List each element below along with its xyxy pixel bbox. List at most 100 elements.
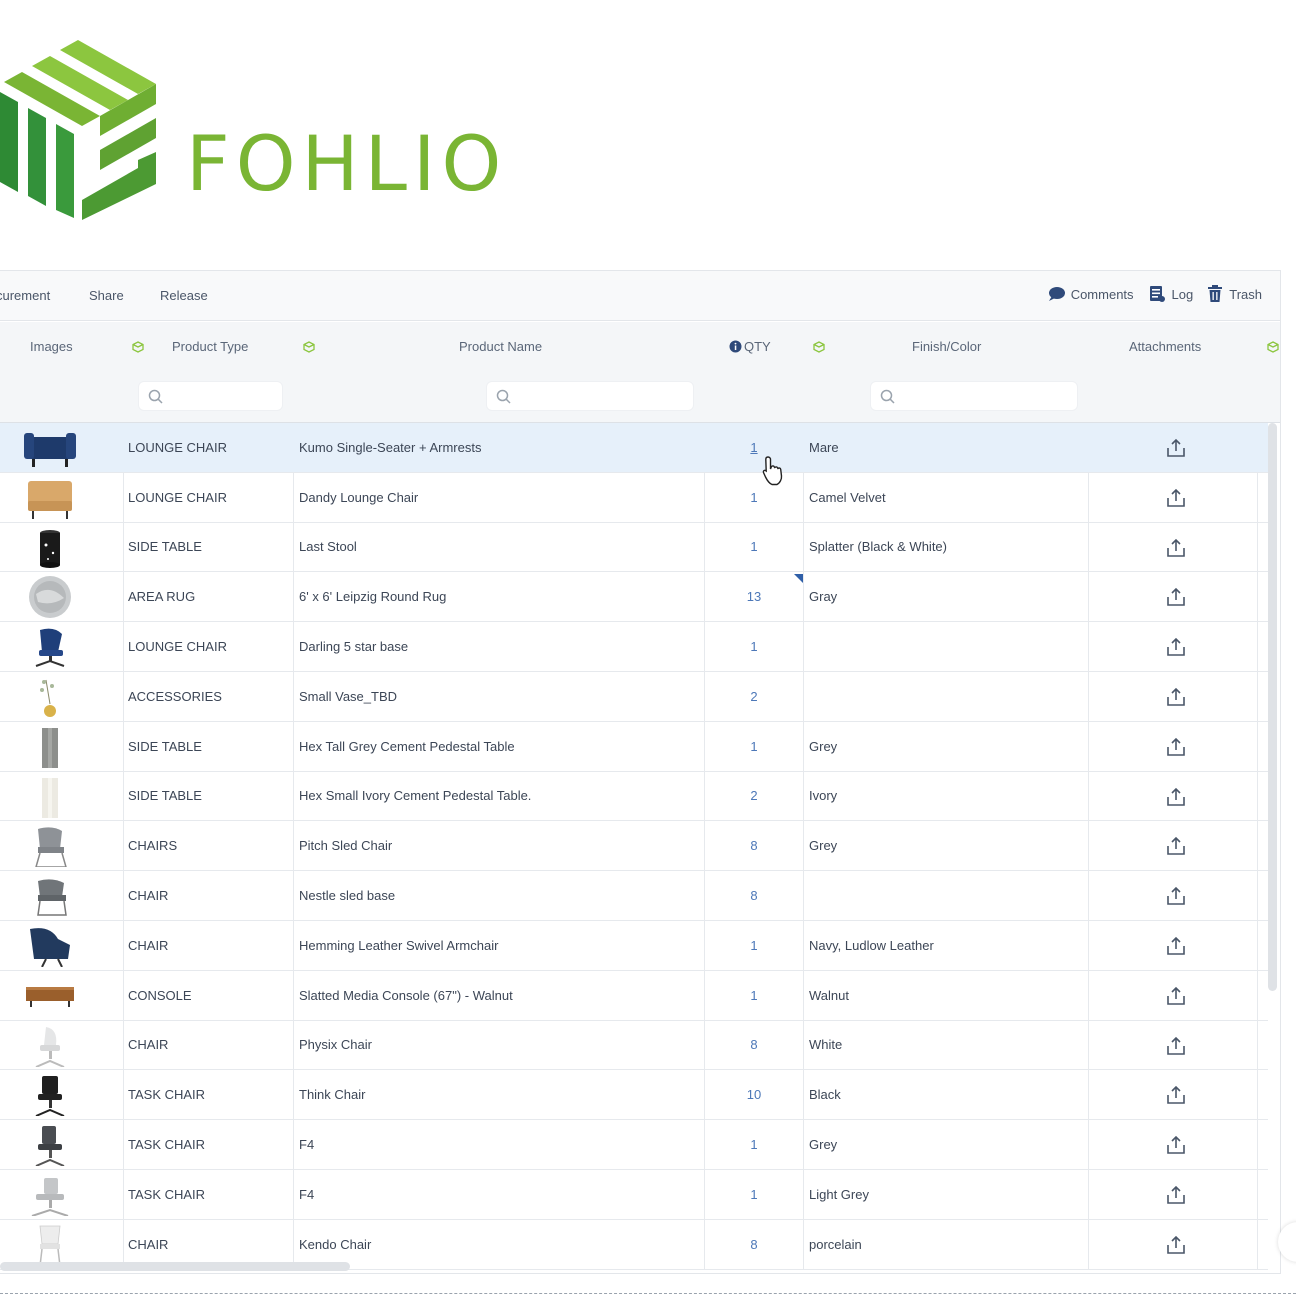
product-type-cell[interactable]: LOUNGE CHAIR — [128, 423, 227, 472]
product-type-cell[interactable]: CHAIR — [128, 921, 168, 970]
navy-armchair-thumb[interactable] — [22, 925, 78, 967]
upload-attachment-button[interactable] — [1165, 487, 1187, 512]
qty-cell[interactable]: 1 — [704, 1120, 804, 1169]
product-type-cell[interactable]: SIDE TABLE — [128, 722, 202, 771]
product-type-cell[interactable]: AREA RUG — [128, 572, 195, 621]
product-type-cell[interactable]: CONSOLE — [128, 971, 192, 1020]
qty-cell[interactable]: 8 — [704, 1021, 804, 1070]
qty-cell[interactable]: 1 — [704, 622, 804, 671]
blue-swivel-chair-thumb[interactable] — [22, 626, 78, 668]
finish-color-cell[interactable]: Black — [809, 1070, 841, 1119]
finish-color-cell[interactable]: Grey — [809, 821, 837, 870]
table-row[interactable]: AREA RUG 6' x 6' Leipzig Round Rug 13 Gray — [0, 572, 1268, 623]
upload-attachment-button[interactable] — [1165, 1184, 1187, 1209]
black-task-chair-thumb[interactable] — [22, 1074, 78, 1117]
finish-color-cell[interactable]: Mare — [809, 423, 839, 472]
sled-base-chair-thumb[interactable] — [22, 875, 78, 917]
product-type-cell[interactable]: LOUNGE CHAIR — [128, 622, 227, 671]
qty-cell[interactable]: 2 — [704, 672, 804, 721]
table-row[interactable]: CHAIR Hemming Leather Swivel Armchair 1 Nav… — [0, 920, 1268, 971]
product-type-cell[interactable]: TASK CHAIR — [128, 1070, 205, 1119]
horizontal-scrollbar[interactable] — [0, 1262, 350, 1271]
grey-sled-chair-thumb[interactable] — [22, 825, 78, 868]
table-row[interactable]: TASK CHAIR Think Chair 10 Black — [0, 1070, 1268, 1121]
table-row[interactable]: CHAIR Physix Chair 8 White — [0, 1020, 1268, 1071]
light-grey-task-chair-thumb[interactable] — [22, 1174, 78, 1216]
product-type-cell[interactable]: CHAIR — [128, 871, 168, 920]
column-attachments[interactable]: Attachments — [1129, 339, 1201, 354]
product-name-cell[interactable]: Think Chair — [299, 1070, 365, 1119]
product-name-cell[interactable]: Dandy Lounge Chair — [299, 473, 418, 522]
qty-cell[interactable]: 1 — [704, 1170, 804, 1219]
qty-cell[interactable]: 1 — [704, 473, 804, 522]
navy-lounge-chair-thumb[interactable] — [22, 427, 78, 469]
upload-attachment-button[interactable] — [1165, 1035, 1187, 1060]
camel-lounge-chair-thumb[interactable] — [22, 477, 78, 519]
comments-button[interactable]: Comments — [1047, 286, 1134, 302]
walnut-console-thumb[interactable] — [22, 975, 78, 1017]
column-qty[interactable]: QTY — [744, 339, 771, 354]
table-row[interactable]: CHAIRS Pitch Sled Chair 8 Grey — [0, 821, 1268, 872]
table-row[interactable]: ACCESSORIES Small Vase_TBD 2 — [0, 671, 1268, 722]
upload-attachment-button[interactable] — [1165, 1134, 1187, 1159]
product-type-cell[interactable]: SIDE TABLE — [128, 772, 202, 821]
column-images[interactable]: Images — [30, 339, 73, 354]
finish-color-cell[interactable]: Walnut — [809, 971, 849, 1020]
product-name-cell[interactable]: Kumo Single-Seater + Armrests — [299, 423, 481, 472]
product-name-cell[interactable]: Physix Chair — [299, 1021, 372, 1070]
product-name-cell[interactable]: F4 — [299, 1120, 314, 1169]
qty-cell[interactable]: 10 — [704, 1070, 804, 1119]
table-row[interactable]: LOUNGE CHAIR Kumo Single-Seater + Armrest… — [0, 423, 1268, 473]
product-name-cell[interactable]: F4 — [299, 1170, 314, 1219]
qty-cell[interactable]: 8 — [704, 1220, 804, 1269]
finish-color-cell[interactable]: Splatter (Black & White) — [809, 523, 947, 572]
ivory-pedestal-thumb[interactable] — [22, 776, 78, 818]
tab-release[interactable]: Release — [160, 288, 208, 303]
upload-attachment-button[interactable] — [1165, 1234, 1187, 1259]
qty-cell[interactable]: 1 — [704, 921, 804, 970]
table-row[interactable]: TASK CHAIR F4 1 Light Grey — [0, 1169, 1268, 1220]
qty-cell[interactable]: 1 — [704, 722, 804, 771]
finish-color-cell[interactable]: Gray — [809, 572, 837, 621]
upload-attachment-button[interactable] — [1165, 1084, 1187, 1109]
qty-cell[interactable]: 1 — [704, 423, 804, 472]
upload-attachment-button[interactable] — [1165, 985, 1187, 1010]
upload-attachment-button[interactable] — [1165, 537, 1187, 562]
product-type-cell[interactable]: TASK CHAIR — [128, 1170, 205, 1219]
vertical-scrollbar[interactable] — [1268, 423, 1277, 991]
upload-attachment-button[interactable] — [1165, 736, 1187, 761]
product-name-cell[interactable]: Nestle sled base — [299, 871, 395, 920]
round-rug-thumb[interactable] — [22, 576, 78, 619]
finish-color-cell[interactable]: Camel Velvet — [809, 473, 886, 522]
finish-color-cell[interactable]: Grey — [809, 722, 837, 771]
info-icon[interactable] — [729, 340, 742, 353]
product-name-cell[interactable]: Hemming Leather Swivel Armchair — [299, 921, 498, 970]
product-type-cell[interactable]: CHAIR — [128, 1021, 168, 1070]
product-type-cell[interactable]: SIDE TABLE — [128, 523, 202, 572]
product-type-cell[interactable]: LOUNGE CHAIR — [128, 473, 227, 522]
qty-cell[interactable]: 8 — [704, 871, 804, 920]
product-name-cell[interactable]: Hex Tall Grey Cement Pedestal Table — [299, 722, 515, 771]
qty-cell[interactable]: 13 — [704, 572, 804, 621]
qty-cell[interactable]: 1 — [704, 523, 804, 572]
upload-attachment-button[interactable] — [1165, 586, 1187, 611]
qty-cell[interactable]: 1 — [704, 971, 804, 1020]
product-name-search[interactable] — [486, 381, 694, 411]
table-row[interactable]: TASK CHAIR F4 1 Grey — [0, 1120, 1268, 1170]
table-row[interactable]: LOUNGE CHAIR Dandy Lounge Chair 1 Camel Vel… — [0, 472, 1268, 523]
finish-color-cell[interactable]: porcelain — [809, 1220, 862, 1269]
upload-attachment-button[interactable] — [1165, 686, 1187, 711]
table-row[interactable]: LOUNGE CHAIR Darling 5 star base 1 — [0, 622, 1268, 672]
product-name-cell[interactable]: Pitch Sled Chair — [299, 821, 392, 870]
qty-cell[interactable]: 8 — [704, 821, 804, 870]
qty-cell[interactable]: 2 — [704, 772, 804, 821]
product-name-cell[interactable]: Last Stool — [299, 523, 357, 572]
product-name-cell[interactable]: Hex Small Ivory Cement Pedestal Table. — [299, 772, 531, 821]
grey-task-chair-thumb[interactable] — [22, 1124, 78, 1167]
grey-pedestal-thumb[interactable] — [22, 726, 78, 768]
upload-attachment-button[interactable] — [1165, 786, 1187, 811]
upload-attachment-button[interactable] — [1165, 636, 1187, 661]
table-row[interactable]: SIDE TABLE Hex Tall Grey Cement Pedestal … — [0, 721, 1268, 772]
white-chair-thumb[interactable] — [22, 1224, 78, 1266]
upload-attachment-button[interactable] — [1165, 437, 1187, 462]
